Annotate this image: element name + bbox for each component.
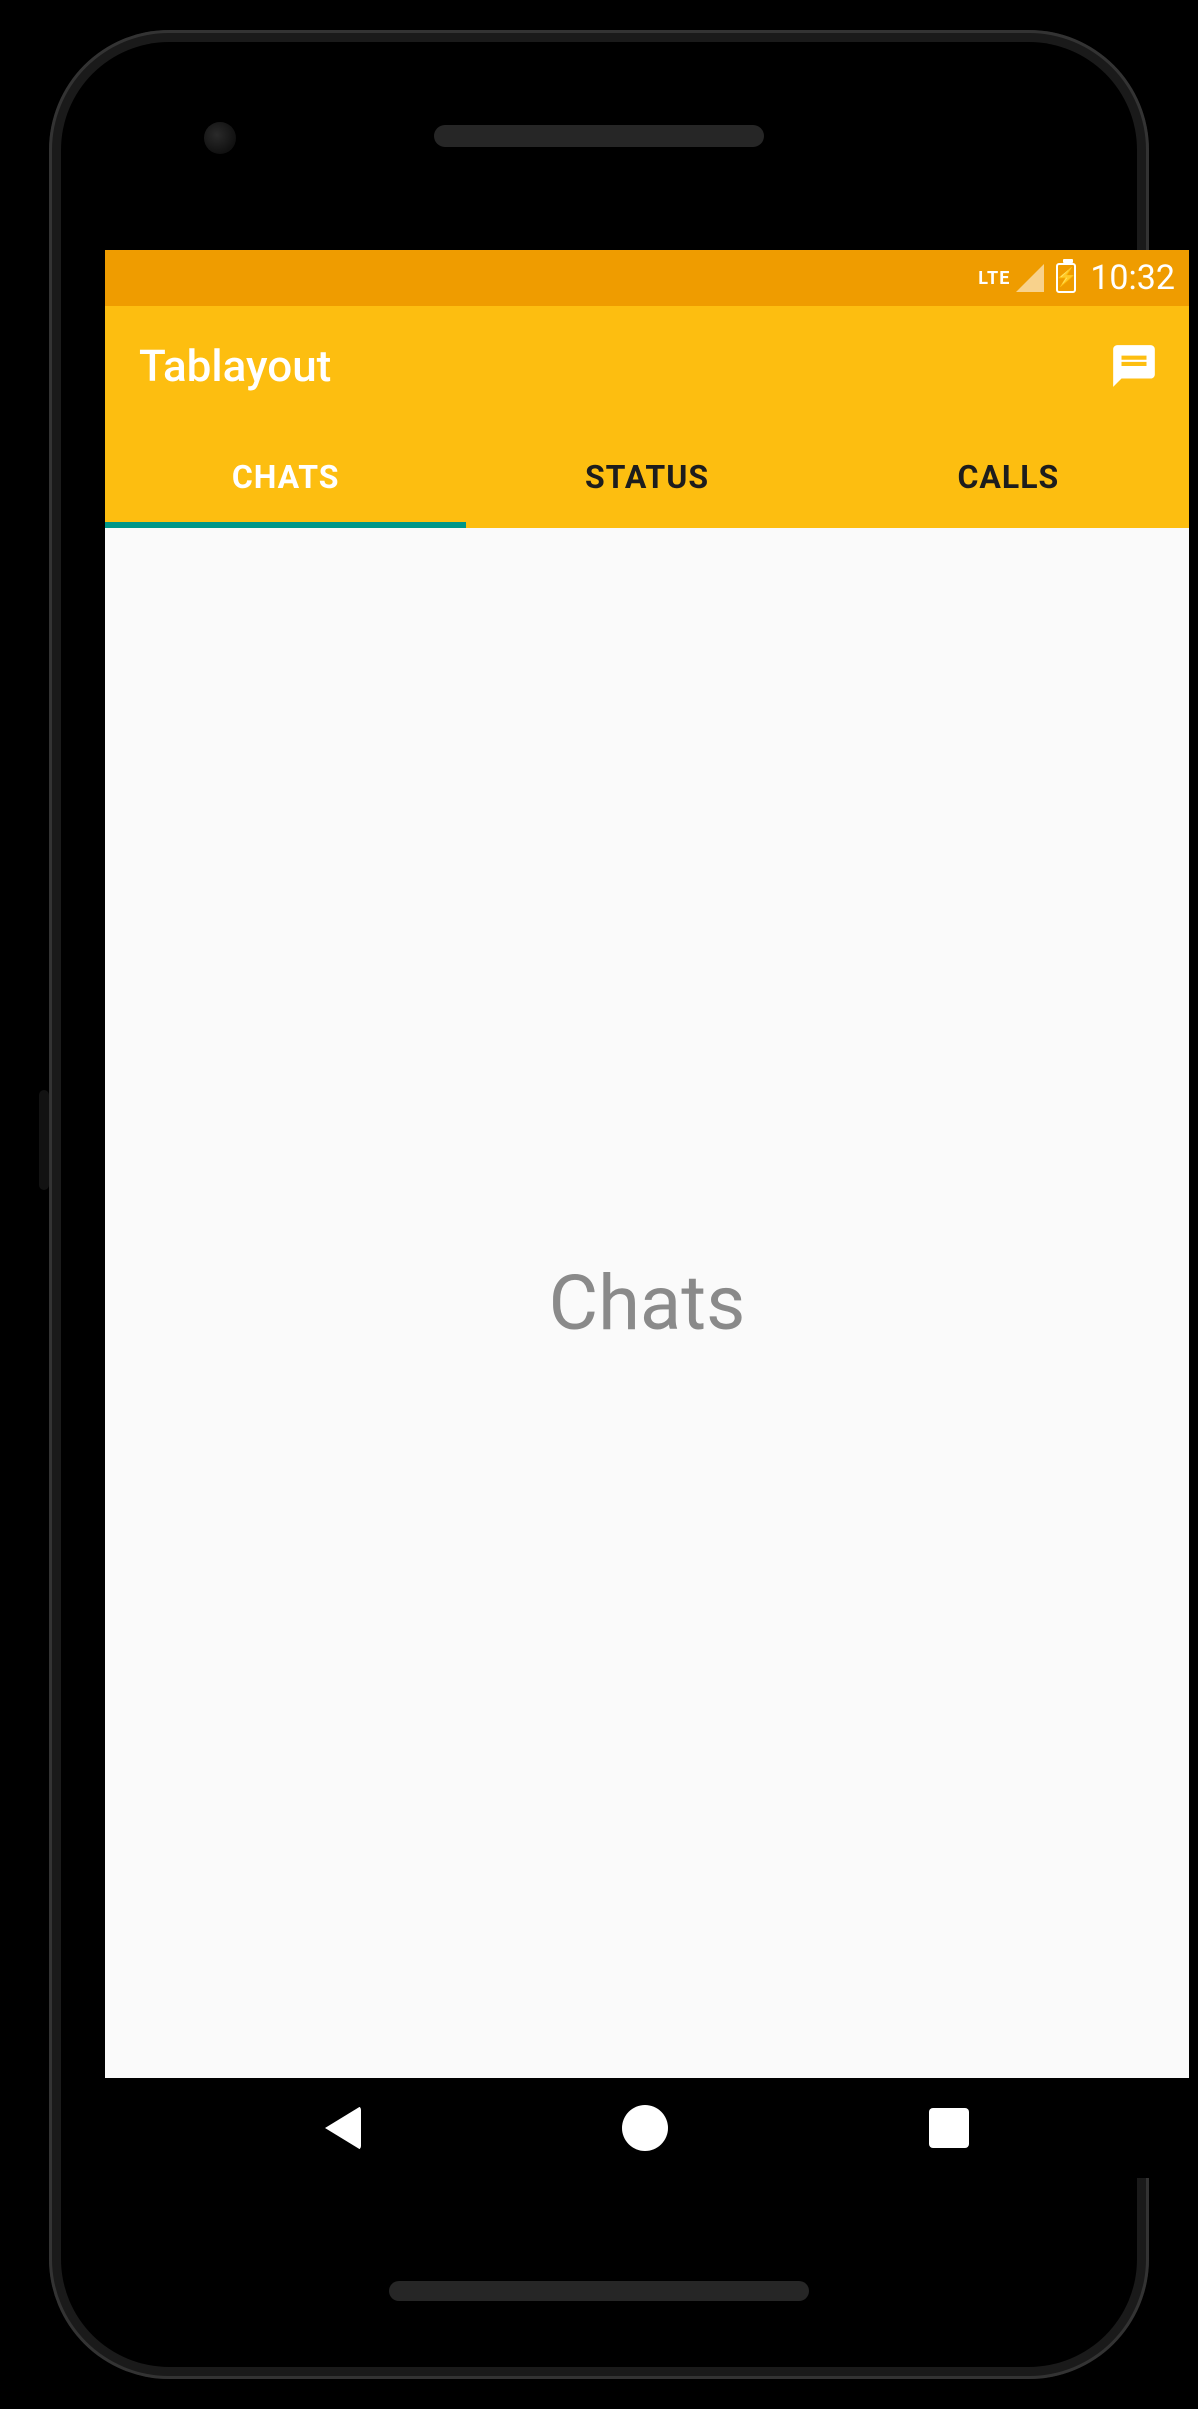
network-label: LTE	[978, 268, 1010, 289]
tab-status[interactable]: STATUS	[466, 426, 827, 528]
tab-calls[interactable]: CALLS	[828, 426, 1189, 528]
phone-side-button	[39, 1090, 49, 1190]
system-nav-bar	[105, 2078, 1189, 2178]
content-placeholder-text: Chats	[549, 1258, 746, 1348]
nav-home-button[interactable]	[622, 2105, 668, 2151]
new-chat-button[interactable]	[1109, 341, 1159, 391]
tab-indicator	[105, 522, 466, 528]
screen: LTE ⚡ 10:32 Tablayout CHATS STATUS CALLS	[105, 250, 1189, 2178]
tab-chats[interactable]: CHATS	[105, 426, 466, 528]
battery-icon: ⚡	[1056, 263, 1076, 293]
signal-icon	[1016, 264, 1044, 292]
tab-label: CHATS	[232, 458, 340, 496]
tab-label: CALLS	[957, 458, 1059, 496]
clock: 10:32	[1090, 258, 1175, 298]
phone-bottom-speaker	[389, 2281, 809, 2301]
nav-back-button[interactable]	[325, 2106, 361, 2150]
content-area: Chats	[105, 528, 1189, 2078]
phone-front-camera	[204, 122, 236, 154]
phone-earpiece	[434, 125, 764, 147]
tab-label: STATUS	[585, 458, 709, 496]
nav-recent-button[interactable]	[929, 2108, 969, 2148]
phone-frame: LTE ⚡ 10:32 Tablayout CHATS STATUS CALLS	[49, 30, 1149, 2379]
tab-bar: CHATS STATUS CALLS	[105, 426, 1189, 528]
status-bar: LTE ⚡ 10:32	[105, 250, 1189, 306]
app-title: Tablayout	[139, 340, 331, 392]
chat-icon	[1109, 341, 1159, 391]
battery-charging-icon: ⚡	[1055, 269, 1077, 287]
app-bar: Tablayout	[105, 306, 1189, 426]
